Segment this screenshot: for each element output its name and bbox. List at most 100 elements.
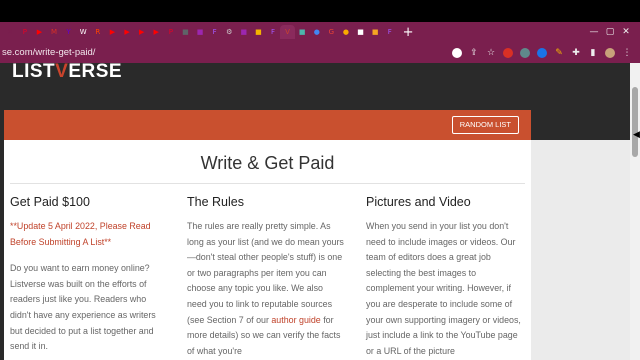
close-icon: ✕: [7, 28, 14, 36]
browser-tab[interactable]: ■: [295, 25, 310, 39]
minimize-button[interactable]: —: [588, 27, 600, 37]
tab-list: ✕ P ▶ M Y W R ▶ ▶ ▶ ▶ P ■ ■ F ⚙ ■ ■ F V ■ ● G ● ■ ■ F: [3, 25, 397, 39]
browser-tab[interactable]: W: [76, 25, 91, 39]
youtube-icon: ▶: [153, 28, 159, 36]
youtube-icon: ▶: [36, 28, 43, 36]
column-body: Do you want to earn money online? Listve…: [10, 263, 156, 352]
browser-tab[interactable]: F: [266, 25, 281, 39]
author-guide-link[interactable]: author guide: [271, 315, 320, 325]
share-icon[interactable]: ⇪: [469, 48, 479, 58]
extension-red-icon[interactable]: [503, 47, 513, 58]
update-notice-link[interactable]: **Update 5 April 2022, Please Read Befor…: [10, 219, 168, 250]
browser-tab[interactable]: ●: [309, 25, 324, 39]
browser-tab[interactable]: ■: [251, 25, 266, 39]
maximize-button[interactable]: ▢: [604, 27, 616, 37]
page-viewport: LISTVERSE RANDOM LIST Write & Get Paid G…: [0, 63, 630, 360]
content-card: Write & Get Paid Get Paid $100 **Update …: [4, 140, 531, 360]
close-window-button[interactable]: ✕: [620, 27, 632, 37]
listverse-icon: V: [285, 28, 290, 36]
logo-text-v: V: [55, 63, 69, 82]
site-nav-bar: RANDOM LIST: [4, 110, 531, 140]
browser-tab[interactable]: ▶: [134, 25, 149, 39]
browser-tab[interactable]: ▶: [149, 25, 164, 39]
new-tab-button[interactable]: +: [397, 25, 419, 40]
profile-avatar[interactable]: [605, 47, 615, 58]
browser-tab-strip: ✕ P ▶ M Y W R ▶ ▶ ▶ ▶ P ■ ■ F ⚙ ■ ■ F V ■ ● G ● ■ ■ F + — ▢ ✕: [0, 22, 640, 42]
google-icon: G: [328, 28, 335, 36]
browser-tab[interactable]: ■: [237, 25, 252, 39]
browser-tab[interactable]: F: [207, 25, 222, 39]
browser-tab[interactable]: ■: [178, 25, 193, 39]
sidebar-area: [531, 140, 630, 360]
extension-pen-icon[interactable]: ✎: [554, 48, 564, 58]
page-title: Write & Get Paid: [200, 153, 335, 173]
scrollbar-thumb[interactable]: [632, 87, 638, 157]
column-heading: Pictures and Video: [366, 195, 471, 209]
pinterest-icon: P: [168, 28, 173, 36]
doc-icon: ■: [357, 28, 364, 36]
figma-icon: F: [387, 28, 392, 36]
column-body: The rules are really pretty simple. As l…: [187, 219, 345, 359]
browser-tab[interactable]: P: [18, 25, 33, 39]
page-scrollbar[interactable]: [630, 63, 640, 360]
url-field[interactable]: se.com/write-get-paid/: [0, 47, 95, 58]
page-icon: ■: [298, 28, 306, 36]
pinterest-icon: P: [22, 28, 27, 36]
browser-tab[interactable]: ▶: [32, 25, 47, 39]
random-list-button[interactable]: RANDOM LIST: [451, 116, 519, 134]
photo-icon: ■: [196, 28, 204, 36]
folder-icon: ■: [255, 28, 262, 36]
browser-tab[interactable]: ⚙: [222, 25, 237, 39]
page-icon: ■: [182, 28, 189, 36]
browser-tab[interactable]: ▶: [105, 25, 120, 39]
photo-icon: ■: [240, 28, 248, 36]
settings-icon: ⚙: [226, 28, 233, 36]
google-lens-icon[interactable]: [452, 47, 462, 58]
wiki-icon: W: [79, 28, 87, 36]
gmail-icon: M: [51, 28, 58, 36]
column-get-paid: Get Paid $100 **Update 5 April 2022, Ple…: [10, 195, 168, 355]
column-rules: The Rules The rules are really pretty si…: [187, 195, 345, 359]
address-bar: se.com/write-get-paid/ ⇪ ☆ ✎ ✚ ▮ ⋮: [0, 42, 640, 63]
window-controls: — ▢ ✕: [588, 27, 640, 37]
browser-tab[interactable]: ▶: [120, 25, 135, 39]
mouse-cursor-icon: ◀: [633, 130, 640, 140]
browser-tab[interactable]: G: [324, 25, 339, 39]
toolbar-icons: ⇪ ☆ ✎ ✚ ▮ ⋮: [452, 47, 640, 58]
menu-dots-icon[interactable]: ⋮: [622, 48, 632, 58]
browser-tab[interactable]: F: [382, 25, 397, 39]
browser-tab[interactable]: P: [164, 25, 179, 39]
youtube-icon: ▶: [138, 28, 145, 36]
screen-top-border: [0, 0, 640, 22]
bookmark-star-icon[interactable]: ☆: [486, 48, 496, 58]
browser-tab[interactable]: M: [47, 25, 62, 39]
title-divider: [10, 183, 525, 184]
browser-tab[interactable]: ■: [353, 25, 368, 39]
side-panel-icon[interactable]: ▮: [588, 48, 598, 58]
browser-tab[interactable]: ■: [193, 25, 208, 39]
browser-tab[interactable]: ■: [368, 25, 383, 39]
lightbulb-icon: ●: [342, 28, 349, 36]
yahoo-icon: Y: [66, 28, 71, 36]
column-heading: The Rules: [187, 195, 244, 209]
column-body: When you send in your list you don't nee…: [366, 221, 521, 356]
page-icon: ■: [371, 28, 379, 36]
extensions-puzzle-icon[interactable]: ✚: [571, 48, 581, 58]
youtube-icon: ▶: [124, 28, 130, 36]
chrome-icon: ●: [313, 28, 320, 36]
reddit-icon: R: [95, 28, 101, 36]
browser-tab[interactable]: R: [91, 25, 106, 39]
logo-text-erse: ERSE: [68, 63, 123, 82]
figma-icon: F: [270, 28, 275, 36]
browser-tab[interactable]: ✕: [3, 25, 18, 39]
extension-blue-icon[interactable]: [537, 47, 547, 58]
browser-tab[interactable]: ●: [339, 25, 354, 39]
browser-tab[interactable]: V: [280, 25, 295, 39]
listverse-logo[interactable]: LISTVERSE: [12, 63, 122, 83]
youtube-icon: ▶: [109, 28, 116, 36]
figma-icon: F: [212, 28, 217, 36]
browser-tab[interactable]: Y: [61, 25, 76, 39]
column-pictures: Pictures and Video When you send in your…: [366, 195, 524, 359]
logo-text-list: LIST: [12, 63, 56, 82]
extension-gear-icon[interactable]: [520, 47, 530, 58]
